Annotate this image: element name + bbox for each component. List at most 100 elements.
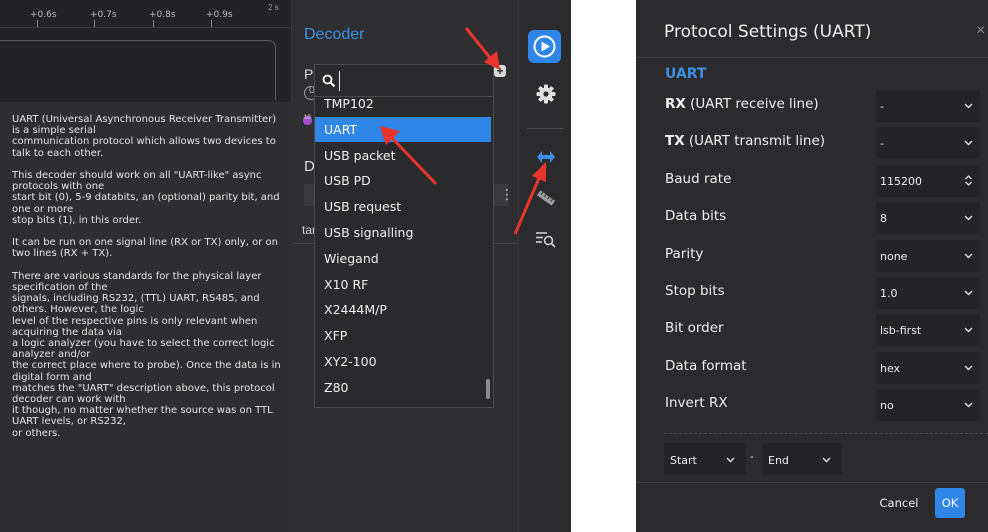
setting-value: none (880, 249, 908, 263)
setting-label: Parity (665, 246, 703, 262)
range-start-select[interactable]: Start (664, 443, 746, 475)
setting-value: hex (880, 361, 901, 375)
ruler-tick: +0.7s (90, 10, 117, 20)
decoder-panel-title: Decoder (304, 26, 365, 43)
range-separator: - (750, 451, 754, 463)
setting-select[interactable]: no (876, 389, 980, 422)
setting-label: Invert RX (665, 395, 728, 411)
add-decoder-icon[interactable]: + (494, 65, 506, 77)
setting-label: RX (UART receive line) (665, 96, 819, 112)
setting-select[interactable]: none (876, 239, 980, 272)
setting-value: 115200 (880, 174, 922, 188)
protocol-option[interactable]: X2444M/P (315, 297, 491, 322)
setting-label-text: Parity (665, 245, 704, 262)
setting-label: Bit order (665, 320, 724, 336)
setting-label-text: Invert RX (665, 395, 728, 412)
dialog-title: Protocol Settings (UART) (664, 22, 872, 42)
setting-value: 8 (880, 212, 887, 226)
range-end-select[interactable]: End (762, 443, 842, 475)
right-toolbar (518, 0, 571, 532)
protocol-option[interactable]: USB PD (315, 168, 491, 193)
dropdown-scrollbar[interactable] (486, 379, 490, 399)
ruler-tick: +0.6s (30, 10, 57, 20)
ruler-tick-mark (94, 20, 95, 27)
dialog-footer-divider (636, 482, 988, 483)
protocol-option[interactable]: USB packet (315, 143, 491, 168)
protocol-option[interactable]: TMP102 (315, 91, 491, 116)
setting-value: no (880, 399, 894, 413)
setting-select[interactable]: 1.0 (876, 277, 980, 309)
cancel-button[interactable]: Cancel (878, 488, 920, 518)
setting-spinbox[interactable]: 115200 (876, 164, 980, 197)
ruler-tick-mark (153, 20, 154, 27)
ruler-tick: +0.9s (206, 10, 233, 20)
setting-select[interactable]: lsb-first (876, 314, 980, 347)
chevron-down-icon (964, 402, 973, 408)
chevron-down-icon (964, 290, 973, 296)
protocol-option[interactable]: XY2-100 (315, 349, 491, 374)
protocol-option[interactable]: X10 RF (315, 272, 491, 297)
ok-button[interactable]: OK (935, 488, 965, 518)
close-icon[interactable]: × (976, 22, 985, 40)
chevron-down-icon (964, 140, 973, 146)
range-start-value: Start (670, 454, 697, 467)
setting-select[interactable]: hex (876, 351, 980, 384)
setting-label: Stop bits (665, 283, 725, 299)
waveform-view[interactable]: +0.6s +0.7s +0.8s +0.9s 2 s (0, 0, 292, 102)
dialog-divider (664, 433, 988, 434)
setting-label-key: TX (665, 133, 685, 150)
gear-icon[interactable] (536, 84, 556, 104)
setting-select[interactable]: - (876, 127, 980, 160)
waveform-track[interactable] (0, 40, 276, 100)
protocol-option[interactable]: USB signalling (315, 220, 491, 245)
setting-label-key: RX (665, 96, 686, 112)
chevron-down-icon (964, 103, 973, 109)
protocol-dropdown[interactable]: TMP102 UART USB packet USB PD USB request USB… (314, 64, 494, 408)
setting-value: lsb-first (880, 324, 922, 338)
ruler-tick-mark (37, 20, 38, 27)
setting-label: TX (UART transmit line) (665, 133, 825, 149)
protocol-option[interactable]: XFP (315, 323, 491, 348)
range-end-value: End (768, 454, 789, 467)
protocol-search-input[interactable] (339, 71, 487, 91)
chevron-down-icon (822, 457, 831, 463)
protocol-option[interactable]: Wiegand (315, 246, 491, 271)
ruler-tick: +0.8s (149, 10, 176, 20)
play-icon (533, 35, 556, 58)
search-list-icon[interactable] (535, 230, 557, 248)
ruler-end-label: 2 s (268, 3, 279, 12)
protocol-option[interactable]: USB request (315, 194, 491, 219)
setting-label-text: Stop bits (665, 283, 725, 299)
setting-select[interactable]: - (876, 90, 980, 122)
time-ruler: +0.6s +0.7s +0.8s +0.9s 2 s (0, 0, 292, 28)
setting-label-text: Data format (665, 357, 747, 374)
setting-label: Baud rate (665, 171, 731, 187)
setting-select[interactable]: 8 (876, 202, 980, 235)
protocol-settings-dialog: Protocol Settings (UART) × UART Start - … (636, 0, 988, 532)
search-icon (322, 74, 336, 88)
setting-label-text: (UART transmit line) (684, 133, 826, 150)
protocol-option[interactable]: UART (315, 116, 491, 142)
decoder-description-panel: UART (Universal Asynchronous Receiver Tr… (0, 102, 292, 532)
setting-label-text: Bit order (665, 320, 724, 337)
chevron-down-icon (964, 215, 973, 221)
protocol-option[interactable]: Z80 (315, 375, 491, 400)
ruler-icon[interactable] (535, 188, 557, 208)
chevron-down-icon (964, 327, 973, 333)
setting-label-text: (UART receive line) (685, 96, 819, 112)
chevron-down-icon (964, 365, 973, 371)
decoder-description-text: UART (Universal Asynchronous Receiver Tr… (12, 114, 281, 439)
setting-value: - (880, 100, 884, 113)
more-options-icon[interactable]: ⋮ (500, 186, 514, 203)
app-screenshot-left: +0.6s +0.7s +0.8s +0.9s 2 s UART (Univer… (0, 0, 571, 532)
toolbar-separator (527, 128, 563, 129)
chevron-down-icon (964, 253, 973, 259)
chevron-down-icon (726, 457, 735, 463)
setting-label: Data bits (665, 208, 726, 224)
setting-value: 1.0 (880, 287, 898, 300)
decoder-icon[interactable] (536, 148, 556, 166)
protocol-badge-label: 10 (304, 115, 311, 121)
ruler-tick-mark (211, 20, 212, 27)
run-button[interactable] (528, 30, 561, 63)
spin-arrows-icon (965, 174, 972, 186)
